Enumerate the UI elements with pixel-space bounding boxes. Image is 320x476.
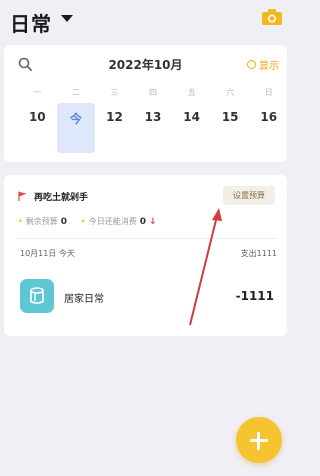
calendar-day[interactable]: 15 xyxy=(211,103,250,153)
calendar-day[interactable]: 14 xyxy=(172,103,211,153)
add-record-button[interactable] xyxy=(236,417,282,463)
home-cup-icon[interactable] xyxy=(20,279,54,313)
remaining-budget: • 剩余预算 0 xyxy=(18,216,67,227)
header: 日常 xyxy=(0,0,287,44)
calendar-day[interactable]: 13 xyxy=(134,103,173,153)
day-date: 10月11日 今天 xyxy=(20,249,75,258)
camera-icon[interactable] xyxy=(261,8,283,26)
budget-stats: • 剩余预算 0 • 今日还能消费 0 ↓ xyxy=(18,216,157,227)
show-toggle[interactable]: 显示 xyxy=(247,57,279,72)
caret-down-icon[interactable] xyxy=(61,15,73,22)
weekday-label: 日 xyxy=(264,88,273,97)
weekday-label: 五 xyxy=(187,88,196,97)
weekday-label: 三 xyxy=(110,88,119,97)
calendar-day[interactable]: 10 xyxy=(18,103,57,153)
remaining-budget-value: 0 xyxy=(60,216,67,227)
show-toggle-label: 显示 xyxy=(259,61,279,72)
today-allowance-label: 今日还能消费 xyxy=(88,217,137,226)
arrow-down-icon: ↓ xyxy=(148,216,157,227)
calendar-card: 2022年10月 显示 一 二 三 四 五 六 日 10 今 12 13 14 … xyxy=(4,45,287,162)
flag-icon xyxy=(18,191,27,201)
dot-icon: • xyxy=(18,217,23,226)
weekday-label: 六 xyxy=(226,88,235,97)
today-allowance-value: 0 xyxy=(139,216,146,227)
budget-title: 再吃土就剁手 xyxy=(34,193,89,203)
weekday-label: 一 xyxy=(33,88,42,97)
weekday-label: 四 xyxy=(149,88,158,97)
today-allowance: • 今日还能消费 0 ↓ xyxy=(81,216,157,227)
day-row: 10 今 12 13 14 15 16 xyxy=(18,103,288,153)
entry-name[interactable]: 居家日常 xyxy=(64,290,104,305)
dot-icon: • xyxy=(80,217,86,226)
calendar-day-today[interactable]: 今 xyxy=(56,103,96,153)
entry-amount[interactable]: -1111 xyxy=(236,289,274,303)
set-budget-button[interactable]: 设置预算 xyxy=(223,186,275,205)
calendar-day[interactable]: 12 xyxy=(95,103,134,153)
calendar-day[interactable]: 16 xyxy=(249,103,288,153)
calendar-month[interactable]: 2022年10月 xyxy=(4,56,287,73)
day-spend: 支出1111 xyxy=(240,249,277,258)
remaining-budget-label: 剩余预算 xyxy=(25,217,58,226)
budget-card: 再吃土就剁手 设置预算 • 剩余预算 0 • 今日还能消费 0 ↓ 10月11日… xyxy=(4,175,287,336)
weekday-label: 二 xyxy=(71,88,80,97)
book-title[interactable]: 日常 xyxy=(10,8,52,37)
divider xyxy=(16,238,277,239)
weekday-row: 一 二 三 四 五 六 日 xyxy=(18,87,288,98)
ring-icon xyxy=(247,60,256,69)
